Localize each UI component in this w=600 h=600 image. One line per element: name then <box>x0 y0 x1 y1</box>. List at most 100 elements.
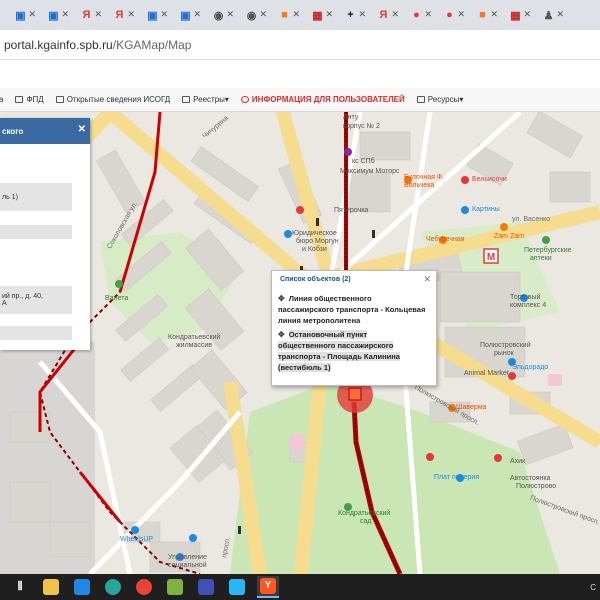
chess-icon: ♟ <box>543 9 554 22</box>
map-label: Юридическое <box>292 230 337 237</box>
move-icon: ✥ <box>278 330 285 339</box>
mail-icon[interactable] <box>71 576 93 598</box>
toolbar-item-label: ИНФОРМАЦИЯ ДЛЯ ПОЛЬЗОВАТЕЛЕЙ <box>251 95 405 104</box>
map-label: Вольчека <box>404 182 435 189</box>
map-label: WheelsUP <box>120 536 154 543</box>
browser-tab[interactable]: + ✕ <box>334 4 367 26</box>
yandex-browser-icon[interactable]: Y <box>257 576 279 598</box>
explorer-icon[interactable] <box>40 576 62 598</box>
close-icon[interactable]: ✕ <box>78 124 86 135</box>
close-tab-icon[interactable]: ✕ <box>490 9 498 20</box>
map-label: Animal Market <box>464 370 509 377</box>
panel-row: ий пр., д. 40, А <box>0 286 72 314</box>
clock-text: С <box>590 582 596 592</box>
map-label: Полюстрово <box>516 483 557 490</box>
browser-tab[interactable]: ▣ ✕ <box>37 4 70 26</box>
taskview-icon[interactable]: ⫼ <box>9 576 31 598</box>
map-label: Анту <box>343 114 359 121</box>
toolbar-item[interactable]: Реестры▾ <box>182 95 229 104</box>
toolbar-item[interactable]: Открытые сведения ИСОГД <box>55 95 170 104</box>
page-icon: ▣ <box>180 9 191 22</box>
orange-app-icon: ■ <box>479 9 486 21</box>
address-bar[interactable]: portal.kgainfo.spb.ru/KGAMap/Map <box>0 30 600 60</box>
close-tab-icon[interactable]: ✕ <box>358 9 366 20</box>
map-label: Валета <box>105 295 129 302</box>
object-list-popup: Список объектов (2) ✕ ✥ Линия общественно… <box>271 270 437 386</box>
map-label: Полюстровский <box>480 342 531 349</box>
page-header-space <box>0 60 600 88</box>
torrent-icon <box>167 579 183 595</box>
close-tab-icon[interactable]: ✕ <box>61 9 69 20</box>
browser-tab-strip: ▣ ✕ ▣ ✕ Я ✕ Я ✕ ▣ ✕ ▣ ✕ ◉ ✕ ◉ ✕ ■ ✕ ▦ ✕ + ✕ Я ✕ ● ✕ ● ✕ ■ ✕ ▦ ✕ ♟ ✕ <box>0 0 600 30</box>
map-label: Управление <box>168 554 207 561</box>
url-text[interactable]: portal.kgainfo.spb.ru/KGAMap/Map <box>4 38 191 52</box>
torrent-icon[interactable] <box>164 576 186 598</box>
map-label: аптеки <box>530 255 552 262</box>
map-label: корпус № 2 <box>343 123 380 130</box>
edge-icon[interactable] <box>102 576 124 598</box>
popup-item-label: транспорта - Площадь Калинина <box>278 352 400 361</box>
close-tab-icon[interactable]: ✕ <box>391 9 399 20</box>
browser-tab[interactable]: ● ✕ <box>433 4 466 26</box>
close-tab-icon[interactable]: ✕ <box>28 9 36 20</box>
map-label: Zam Zam <box>494 233 524 240</box>
popup-item-label: Линия общественного пассажирского трансп… <box>278 294 426 325</box>
map-label: рынок <box>494 350 514 357</box>
browser-tab[interactable]: ■ ✕ <box>268 4 301 26</box>
globe-icon: ◉ <box>213 9 224 22</box>
browser-tab[interactable]: ■ ✕ <box>466 4 499 26</box>
browser-tab[interactable]: ▣ ✕ <box>4 4 37 26</box>
browser-tab[interactable]: ● ✕ <box>400 4 433 26</box>
toolbar-item-icon <box>15 96 24 103</box>
popup-item-metro-line[interactable]: ✥ Линия общественного пассажирского транс… <box>278 293 428 326</box>
toolbar-item-label: а <box>0 95 4 104</box>
map-label: кс СПб <box>352 158 375 165</box>
toolbar-item[interactable]: а <box>0 95 3 104</box>
close-tab-icon[interactable]: ✕ <box>292 9 300 20</box>
browser-tab[interactable]: ♟ ✕ <box>532 4 565 26</box>
close-tab-icon[interactable]: ✕ <box>523 9 531 20</box>
page-icon: ▣ <box>147 9 158 22</box>
toolbar-item-icon <box>182 96 191 103</box>
mail-icon <box>74 579 90 595</box>
toolbar-item[interactable]: ФПД <box>15 95 44 104</box>
browser-tab[interactable]: ▣ ✕ <box>169 4 202 26</box>
app-toolbar: а ФПД Открытые сведения ИСОГД Реестры▾ ИНФОР… <box>0 88 600 112</box>
zoom-icon <box>198 579 214 595</box>
browser-tab[interactable]: ▦ ✕ <box>499 4 532 26</box>
popup-item-stop[interactable]: ✥ Остановочный пункт общественного пассаж… <box>278 329 428 373</box>
close-tab-icon[interactable]: ✕ <box>457 9 465 20</box>
browser-tab[interactable]: ▣ ✕ <box>136 4 169 26</box>
browser-tab[interactable]: ▦ ✕ <box>301 4 334 26</box>
browser-tab[interactable]: Я ✕ <box>103 4 136 26</box>
browser-tab[interactable]: Я ✕ <box>367 4 400 26</box>
browser-tab[interactable]: Я ✕ <box>70 4 103 26</box>
close-tab-icon[interactable]: ✕ <box>160 9 168 20</box>
toolbar-item-label: Ресурсы▾ <box>427 95 464 104</box>
map-label: Ахик <box>510 458 526 465</box>
map-pin-icon: ● <box>413 9 420 21</box>
zoom-icon[interactable] <box>195 576 217 598</box>
close-tab-icon[interactable]: ✕ <box>193 9 201 20</box>
map-label: бюро Моргун <box>296 238 339 245</box>
map-label: сад <box>360 518 372 525</box>
close-tab-icon[interactable]: ✕ <box>226 9 234 20</box>
panel-title: ского <box>2 126 24 136</box>
telegram-icon[interactable] <box>226 576 248 598</box>
close-icon[interactable]: ✕ <box>423 274 431 285</box>
popup-title: Список объектов (2) <box>280 276 351 283</box>
browser-tab[interactable]: ◉ ✕ <box>235 4 268 26</box>
close-tab-icon[interactable]: ✕ <box>94 9 102 20</box>
close-tab-icon[interactable]: ✕ <box>127 9 135 20</box>
panel-row: ль 1) <box>0 183 72 211</box>
toolbar-item[interactable]: ИНФОРМАЦИЯ ДЛЯ ПОЛЬЗОВАТЕЛЕЙ <box>240 95 405 104</box>
close-tab-icon[interactable]: ✕ <box>325 9 333 20</box>
browser-tab[interactable]: ◉ ✕ <box>202 4 235 26</box>
url-path: /KGAMap/Map <box>112 37 192 52</box>
chrome-icon[interactable] <box>133 576 155 598</box>
taskview-icon: ⫼ <box>17 581 23 592</box>
toolbar-item[interactable]: Ресурсы▾ <box>416 95 464 104</box>
close-tab-icon[interactable]: ✕ <box>424 9 432 20</box>
close-tab-icon[interactable]: ✕ <box>259 9 267 20</box>
close-tab-icon[interactable]: ✕ <box>556 9 564 20</box>
